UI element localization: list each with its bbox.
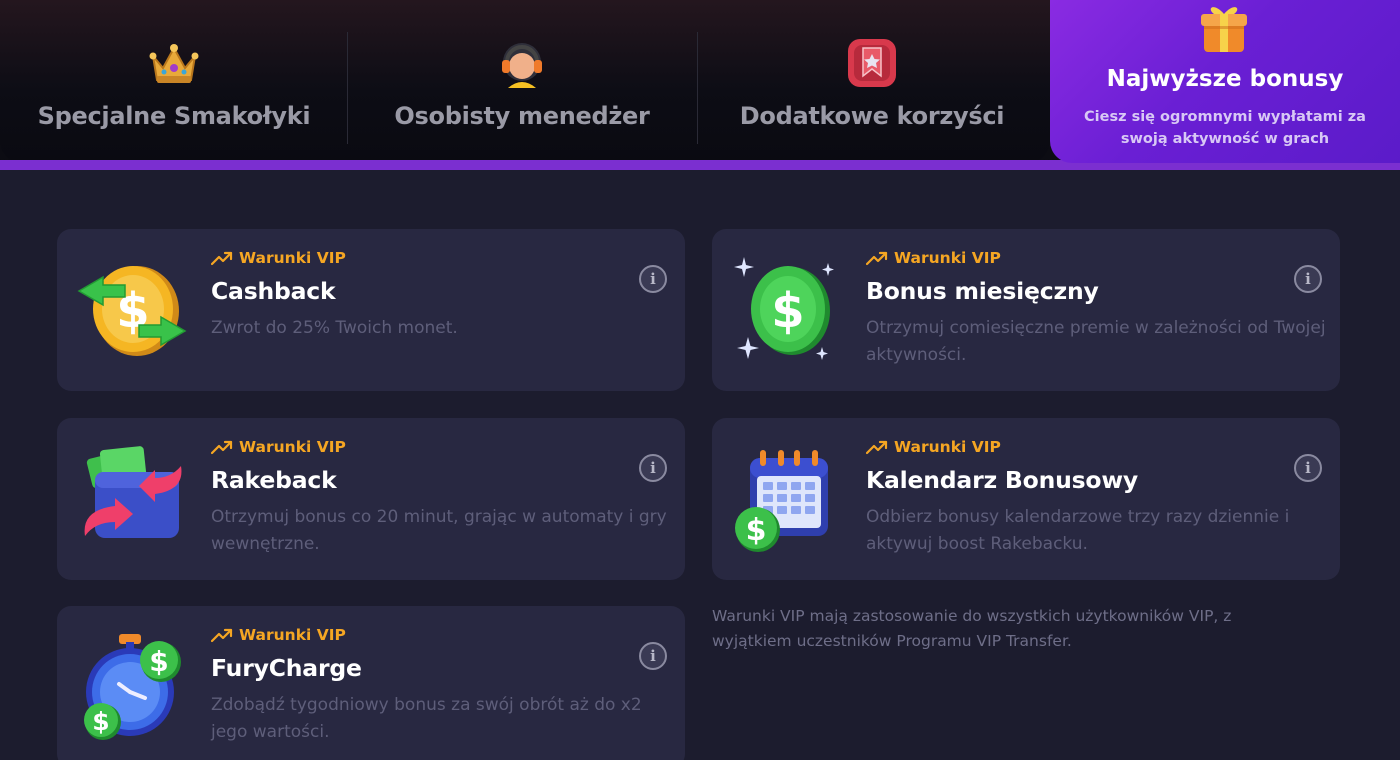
cashback-coin-icon: $ [77,266,187,356]
vip-terms-footnote: Warunki VIP mają zastosowanie do wszystk… [712,607,1232,650]
vip-tag-label: Warunki VIP [239,249,346,267]
benefit-card-bonus-calendar: $ Warunki VIP Kalendarz Bonusowy Odbierz… [712,418,1340,580]
svg-text:$: $ [746,513,767,548]
vip-tag-label: Warunki VIP [894,438,1001,456]
benefit-card-furycharge: $ $ Warunki VIP FuryCharge Zdobądź tygod… [57,606,685,760]
tab-top-bonuses[interactable]: Najwyższe bonusy Ciesz się ogromnymi wyp… [1050,0,1400,163]
svg-text:$: $ [149,645,168,678]
benefit-card-rakeback: Warunki VIP Rakeback Otrzymuj bonus co 2… [57,418,685,580]
info-icon[interactable]: i [1294,265,1322,293]
vip-tag: Warunki VIP [211,626,346,644]
card-title: Rakeback [211,466,337,494]
svg-text:$: $ [771,283,804,339]
vip-tag-label: Warunki VIP [239,438,346,456]
vip-tag: Warunki VIP [866,438,1001,456]
tab-label: Najwyższe bonusy [1106,66,1344,92]
card-description: Zwrot do 25% Twoich monet. [211,318,458,338]
info-icon[interactable]: i [639,265,667,293]
info-icon[interactable]: i [639,642,667,670]
trending-up-icon [211,440,233,455]
crown-icon [149,44,199,83]
card-description: Otrzymuj bonus co 20 minut, grając w aut… [211,507,667,554]
tab-personal-manager[interactable]: Osobisty menedżer [348,0,696,160]
card-title: Kalendarz Bonusowy [866,466,1138,494]
trending-up-icon [211,251,233,266]
gift-icon [1201,7,1247,52]
tab-label: Osobisty menedżer [394,102,650,130]
vip-tag: Warunki VIP [866,249,1001,267]
trending-up-icon [866,440,888,455]
vip-tag: Warunki VIP [211,438,346,456]
headset-icon [502,43,542,88]
badge-icon [848,39,896,87]
card-title: FuryCharge [211,654,362,682]
vip-tag-label: Warunki VIP [239,626,346,644]
card-title: Cashback [211,277,336,305]
card-description: Odbierz bonusy kalendarzowe trzy razy dz… [866,507,1290,554]
tab-extra-benefits[interactable]: Dodatkowe korzyści [698,0,1046,160]
card-description: Zdobądź tygodniowy bonus za swój obrót a… [211,695,642,742]
tab-description: Ciesz się ogromnymi wypłatami za swoją a… [1084,109,1366,147]
benefit-card-cashback: $ Warunki VIP Cashback Zwrot do 25% Twoi… [57,229,685,391]
vip-tag: Warunki VIP [211,249,346,267]
tab-label: Dodatkowe korzyści [739,102,1005,130]
svg-text:$: $ [92,707,109,736]
calendar-icon: $ [735,450,828,552]
tab-label: Specjalne Smakołyki [37,102,311,130]
trending-up-icon [866,251,888,266]
dollar-coin-icon: $ [734,257,834,360]
card-title: Bonus miesięczny [866,277,1099,305]
benefit-card-monthly-bonus: $ Warunki VIP Bonus miesięczny Otrzymuj … [712,229,1340,391]
card-description: Otrzymuj comiesięczne premie w zależnośc… [866,318,1326,365]
info-icon[interactable]: i [639,454,667,482]
stopwatch-icon: $ $ [84,634,181,740]
tab-special-treats[interactable]: Specjalne Smakołyki [0,0,348,160]
info-icon[interactable]: i [1294,454,1322,482]
vip-tag-label: Warunki VIP [894,249,1001,267]
trending-up-icon [211,628,233,643]
wallet-icon [84,446,182,538]
